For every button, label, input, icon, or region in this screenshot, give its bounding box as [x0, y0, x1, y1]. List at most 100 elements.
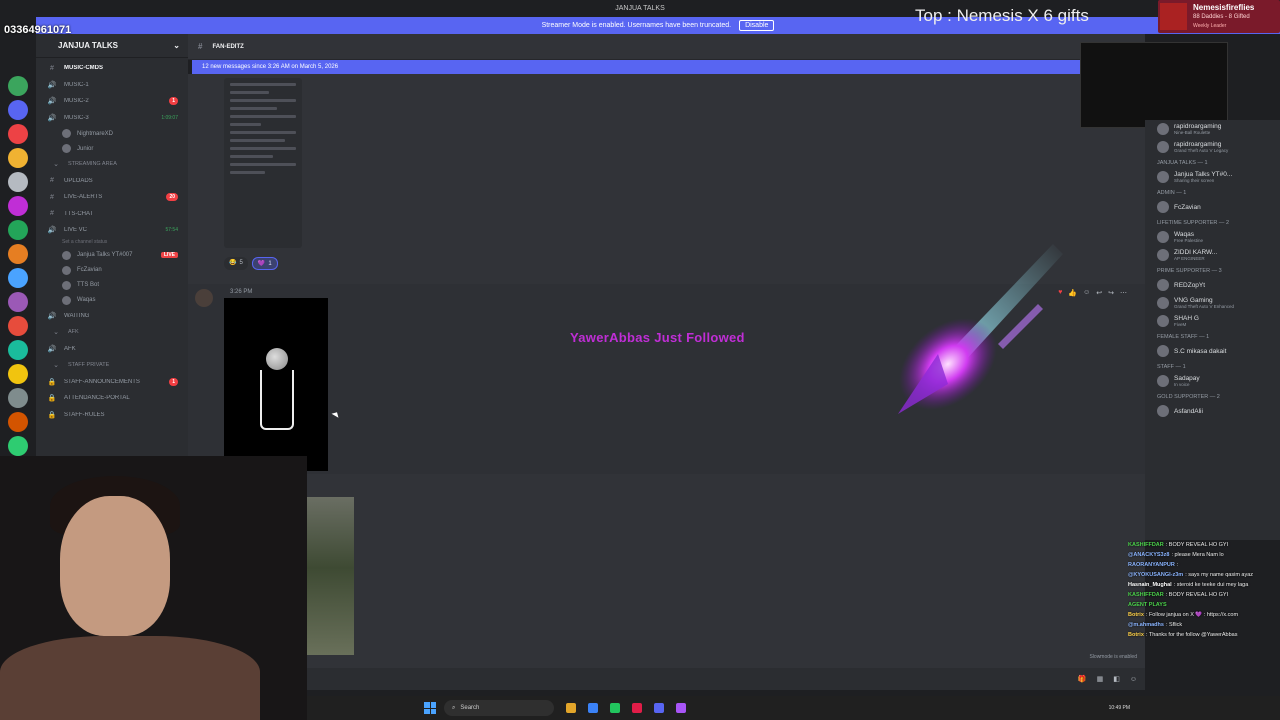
channel-item[interactable]: 🔒 STAFF-RULES — [36, 407, 188, 424]
channel-item[interactable]: 🔊 MUSIC-3 1:09:07 — [36, 110, 188, 127]
channel-item[interactable]: # LIVE-ALERTS 20 — [36, 189, 188, 206]
disable-streamer-mode-button[interactable]: Disable — [739, 20, 775, 31]
server-icon[interactable] — [8, 100, 28, 120]
voice-user[interactable]: FcZavian — [36, 263, 188, 278]
server-icon[interactable] — [8, 220, 28, 240]
voice-user[interactable]: TTS Bot — [36, 278, 188, 293]
taskbar-app-icon[interactable] — [610, 703, 620, 713]
channel-item[interactable]: 🔊 MUSIC-2 1 — [36, 93, 188, 110]
gift-icon[interactable]: 🎁 — [1078, 675, 1087, 683]
hash-icon: # — [50, 64, 54, 72]
avatar[interactable] — [195, 289, 213, 307]
screenshot-attachment[interactable] — [224, 78, 302, 248]
channel-item[interactable]: 🔊 MUSIC-1 — [36, 77, 188, 94]
chevron-down-icon: ⌄ — [53, 329, 59, 337]
taskbar-app-icon[interactable] — [566, 703, 576, 713]
channel-item[interactable]: 🔊 LIVE VC 57:54 — [36, 222, 188, 239]
server-icon[interactable] — [8, 364, 28, 384]
channel-item[interactable]: 🔊 AFK — [36, 341, 188, 358]
screen-share-preview[interactable] — [1080, 42, 1228, 128]
server-icon[interactable] — [8, 196, 28, 216]
member-name: VNG Gaming — [1174, 297, 1213, 304]
taskbar-search[interactable]: ⌕ Search — [444, 700, 554, 716]
chat-line: Hasnain_Mughal: steroid ke teeke dui mey… — [1128, 580, 1280, 590]
server-header[interactable]: JANJUA TALKS ⌄ — [36, 34, 188, 58]
chat-line: RAORANYANPUR: — [1128, 560, 1280, 570]
forward-icon[interactable]: ↪ — [1108, 289, 1114, 297]
member-group-header: Lifetime Supporter — 2 — [1157, 220, 1230, 226]
server-icon[interactable] — [8, 292, 28, 312]
avatar — [1157, 141, 1169, 153]
member-text: Sadapay In voice — [1174, 375, 1200, 387]
member-status: AP ENGINEER — [1174, 256, 1205, 261]
voice-timer: 57:54 — [165, 227, 178, 234]
channel-item[interactable]: # MUSIC-CMDS — [36, 60, 188, 77]
voice-user[interactable]: Waqas — [36, 293, 188, 308]
server-icon[interactable] — [8, 148, 28, 168]
server-icon[interactable] — [8, 436, 28, 456]
server-icon[interactable] — [8, 388, 28, 408]
member-item[interactable]: Waqas Free Palestine — [1145, 228, 1280, 246]
channel-item[interactable]: # tts-chat — [36, 206, 188, 223]
member-text: rapidroargaming Nine-Ball Roulette — [1174, 123, 1221, 135]
gif-icon[interactable]: ▦ — [1097, 675, 1104, 683]
member-item[interactable]: AsfandAlii — [1145, 402, 1280, 420]
new-messages-bar[interactable]: 12 new messages since 3:26 AM on March 5… — [192, 60, 1082, 74]
server-icon[interactable] — [8, 316, 28, 336]
reaction-button[interactable]: 😂 5 — [224, 257, 248, 270]
member-status: Grand Theft Auto V Enhanced — [1174, 304, 1234, 309]
channel-item[interactable]: 🔒 attendance-portal — [36, 390, 188, 407]
chat-text: : BODY REVEAL HO GYI — [1165, 592, 1229, 598]
voice-user[interactable]: NightmareXD — [36, 126, 188, 141]
member-group-header: Admin — 1 — [1157, 190, 1187, 196]
member-item[interactable]: VNG Gaming Grand Theft Auto V Enhanced — [1145, 294, 1280, 312]
channel-item[interactable]: 🔒 STAFF-ANNOUNCEMENTS 1 — [36, 374, 188, 391]
video-attachment[interactable] — [224, 298, 328, 471]
server-icon[interactable] — [8, 412, 28, 432]
taskbar-app-icon[interactable] — [632, 703, 642, 713]
server-icon[interactable] — [8, 340, 28, 360]
photo-attachment[interactable] — [306, 497, 354, 655]
channel-item[interactable]: # UPLOADS — [36, 173, 188, 190]
member-item[interactable]: SHAH G FiveM — [1145, 312, 1280, 330]
member-item[interactable]: ZIDDI KARW... AP ENGINEER — [1145, 246, 1280, 264]
more-icon[interactable]: ⋯ — [1120, 289, 1127, 297]
member-item[interactable]: rapidroargaming Grand Theft Auto V Legacy — [1145, 138, 1280, 156]
reaction-button[interactable]: 💜 1 — [251, 257, 278, 270]
reaction-emoji: 😂 — [229, 260, 237, 266]
reaction-count: 5 — [239, 260, 243, 266]
channel-status: Set a channel status — [62, 238, 108, 245]
taskbar-app-icon[interactable] — [588, 703, 598, 713]
chevron-down-icon: ⌄ — [53, 362, 59, 370]
server-icon[interactable] — [8, 268, 28, 288]
category-name: AFK — [68, 329, 79, 336]
member-item[interactable]: FcZavian — [1145, 198, 1280, 216]
member-item[interactable]: REDZopYt — [1145, 276, 1280, 294]
taskbar-app-icon[interactable] — [654, 703, 664, 713]
chat-input-bar: 🎁 ▦ ◧ ☺ — [307, 668, 1145, 690]
member-item[interactable]: S.C mikasa dakait — [1145, 342, 1280, 360]
member-name: Sadapay — [1174, 375, 1200, 382]
sticker-icon[interactable]: ◧ — [1113, 675, 1120, 683]
channel-name: UPLOADS — [64, 177, 93, 184]
server-icon[interactable] — [8, 244, 28, 264]
category-header[interactable]: ⌄ STREAMING AREA — [36, 156, 188, 173]
windows-start-icon[interactable] — [424, 702, 436, 714]
server-icon[interactable] — [8, 76, 28, 96]
channel-item[interactable]: 🔊 WAITING — [36, 308, 188, 325]
server-icon[interactable] — [8, 172, 28, 192]
server-icon[interactable] — [8, 124, 28, 144]
taskbar-app-icon[interactable] — [676, 703, 686, 713]
member-item[interactable]: Janjua Talks YT#0... Sharing their screen — [1145, 168, 1280, 186]
member-text: Janjua Talks YT#0... Sharing their screen — [1174, 171, 1232, 183]
member-text: SHAH G FiveM — [1174, 315, 1199, 327]
category-header[interactable]: ⌄ STAFF PRIVATE — [36, 357, 188, 374]
unread-badge: 1 — [169, 377, 178, 386]
member-item[interactable]: rapidroargaming Nine-Ball Roulette — [1145, 120, 1280, 138]
category-header[interactable]: ⌄ AFK — [36, 324, 188, 341]
avatar — [1157, 375, 1169, 387]
voice-user[interactable]: Janjua Talks YT#007 LIVE — [36, 248, 188, 263]
member-item[interactable]: Sadapay In voice — [1145, 372, 1280, 390]
voice-user-name: Waqas — [77, 297, 96, 303]
voice-user[interactable]: Junior — [36, 141, 188, 156]
